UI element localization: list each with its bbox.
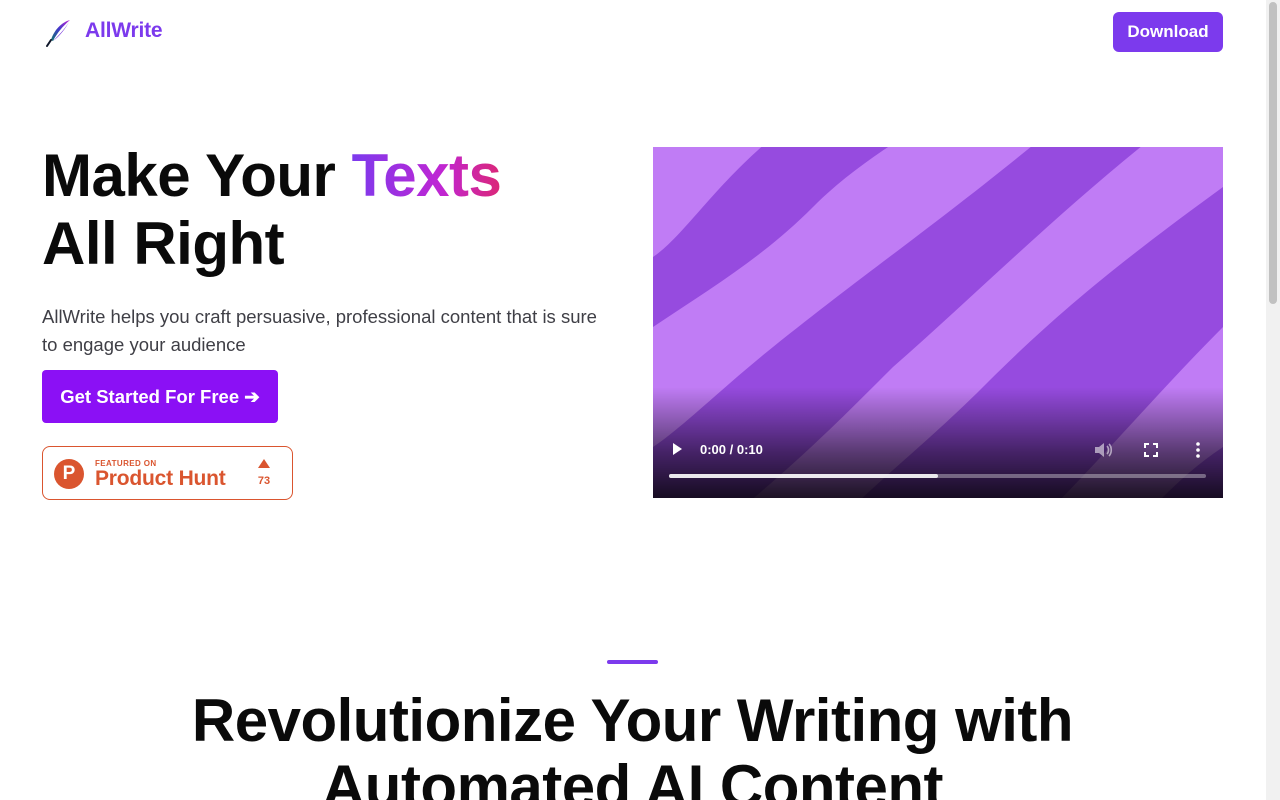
video-player[interactable]: 0:00 / 0:10 <box>653 147 1223 498</box>
upvote-count: 73 <box>257 475 271 487</box>
scrollbar-thumb[interactable] <box>1269 2 1277 304</box>
get-started-button[interactable]: Get Started For Free ➔ <box>42 370 278 423</box>
video-time: 0:00 / 0:10 <box>700 442 763 457</box>
volume-icon[interactable] <box>1093 441 1113 459</box>
hero-title-line2: All Right <box>42 210 285 277</box>
more-vertical-icon[interactable] <box>1193 441 1203 459</box>
quill-feather-icon[interactable] <box>44 18 74 48</box>
hero-subtitle: AllWrite helps you craft persuasive, pro… <box>42 306 597 355</box>
hero-title: Make Your Texts All Right <box>42 142 502 278</box>
product-hunt-logo-icon: P <box>54 459 84 489</box>
hero-title-prefix: Make Your <box>42 142 352 209</box>
product-hunt-badge[interactable]: P FEATURED ON Product Hunt 73 <box>42 446 293 500</box>
video-progress-bar[interactable] <box>669 474 1206 478</box>
brand-name[interactable]: AllWrite <box>85 19 163 43</box>
upvote-triangle-icon <box>258 459 270 468</box>
fullscreen-icon[interactable] <box>1142 441 1160 459</box>
video-progress-buffered <box>669 474 938 478</box>
section-divider <box>607 660 658 664</box>
hero-title-highlight: Texts <box>351 142 502 209</box>
play-icon[interactable] <box>669 440 685 458</box>
section-title: Revolutionize Your Writing with Automate… <box>191 687 1074 800</box>
download-button[interactable]: Download <box>1113 12 1223 52</box>
product-hunt-name: Product Hunt <box>95 467 226 490</box>
site-header: AllWrite Download <box>0 0 1266 64</box>
product-hunt-logo-letter: P <box>62 463 76 484</box>
page-scrollbar[interactable] <box>1266 0 1280 800</box>
